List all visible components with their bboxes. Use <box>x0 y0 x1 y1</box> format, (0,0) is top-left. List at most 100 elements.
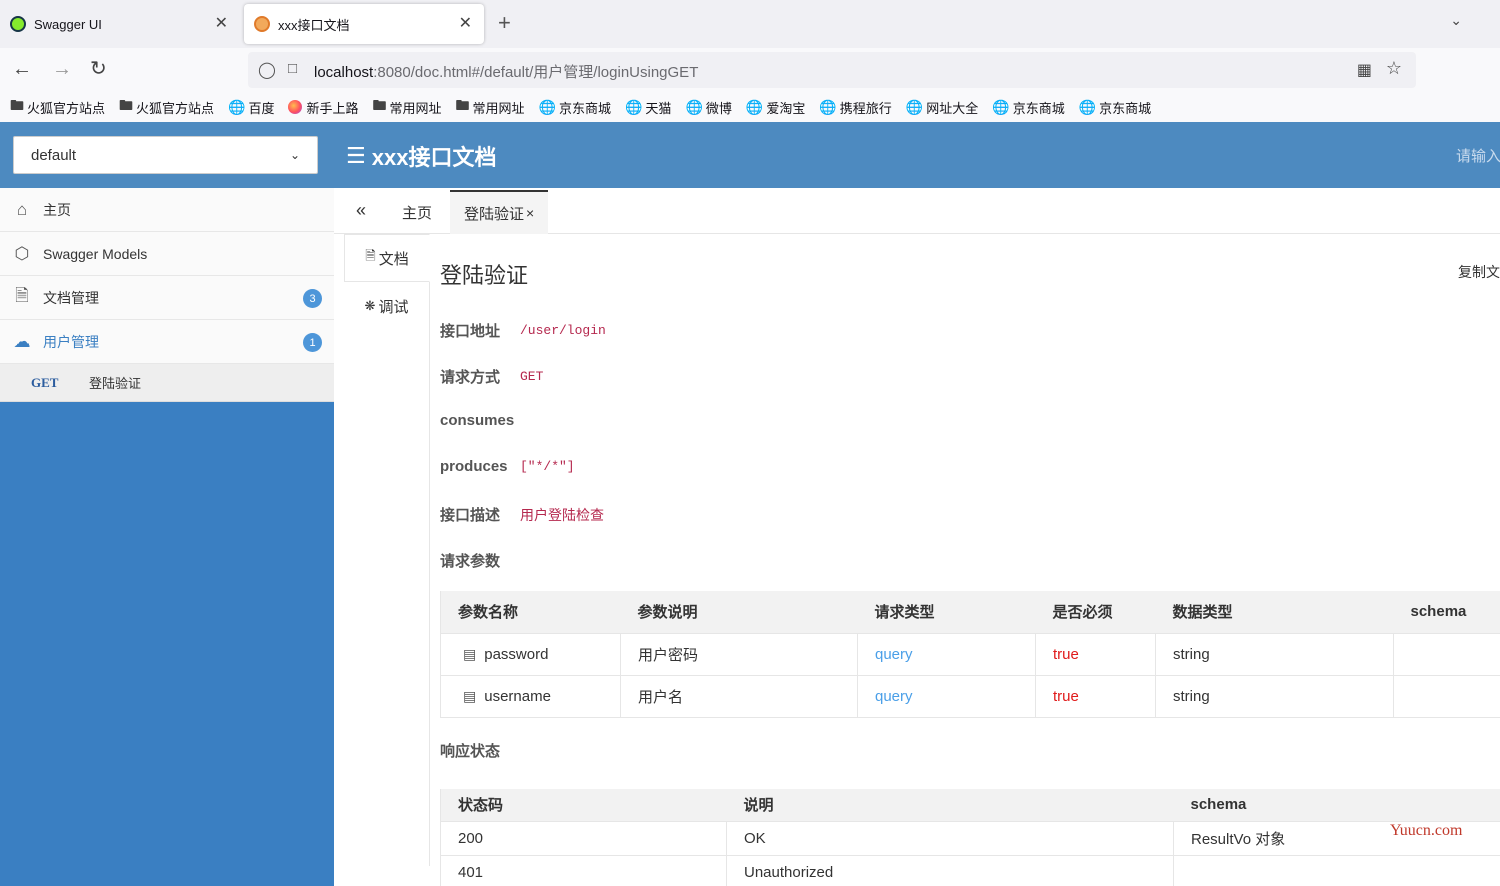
section-label: 响应状态 <box>440 743 501 760</box>
close-tab-icon[interactable]: × <box>526 205 534 221</box>
doc-vertical-tabs: 🗎 文档 ❋ 调试 <box>344 234 430 866</box>
bookmarks-bar: 🖿 火狐官方站点 🖿 火狐官方站点 🌐 百度 新手上路 🖿 常用网址 🖿 常用网址 🌐 京东… <box>0 92 1500 122</box>
bookmark-link[interactable]: 🌐 京东商城 <box>539 98 611 117</box>
cell-text: password <box>484 645 549 663</box>
bookmark-folder[interactable]: 🖿 火狐官方站点 <box>119 95 214 119</box>
bookmark-folder[interactable]: 🖿 常用网址 <box>456 95 525 119</box>
swagger-favicon-icon <box>10 16 26 32</box>
tab-label: 登陆验证 <box>464 205 525 223</box>
sidebar-item-user-manage[interactable]: ☁ 用户管理 1 <box>0 320 334 364</box>
bookmark-label: 网址大全 <box>926 100 979 116</box>
sidebar-item-label: 用户管理 <box>43 333 99 350</box>
bookmark-label: 百度 <box>248 100 275 116</box>
desc-row: 接口描述 用户登陆检查 <box>440 504 604 525</box>
table-row: ▤ password 用户密码 query true string <box>440 633 1500 676</box>
star-icon[interactable]: ☆ <box>1386 58 1402 79</box>
page-icon: □ <box>288 60 298 77</box>
tab-login[interactable]: 登陆验证 × <box>450 190 549 234</box>
folder-icon: 🖿 <box>10 97 24 113</box>
firefox-icon <box>288 100 303 114</box>
chevron-down-icon[interactable]: ⌄ <box>1450 12 1462 29</box>
sidebar-item-doc-manage[interactable]: 🗎 文档管理 3 <box>0 276 334 320</box>
bookmark-link[interactable]: 🌐 网址大全 <box>906 98 978 117</box>
field-label: produces <box>440 458 508 475</box>
params-table: 参数名称 参数说明 请求类型 是否必须 数据类型 schema ▤ passwor… <box>440 591 1500 718</box>
address-value: /user/login <box>520 323 606 338</box>
document-icon: 🗎 <box>15 286 29 305</box>
bookmark-label: 天猫 <box>645 100 672 116</box>
close-tab-icon[interactable]: ✕ <box>215 15 228 33</box>
bookmark-link[interactable]: 🌐 爱淘宝 <box>746 98 805 117</box>
bookmark-link[interactable]: 🌐 携程旅行 <box>819 98 891 117</box>
collapse-sidebar-icon[interactable]: « <box>356 200 366 221</box>
bookmark-folder[interactable]: 🖿 火狐官方站点 <box>10 95 105 119</box>
table-cell <box>1393 675 1500 718</box>
folder-icon: 🖿 <box>372 97 387 113</box>
menu-icon[interactable]: ☰ <box>346 143 366 169</box>
main-tab-bar: « 主页 登陆验证 × <box>334 188 1500 234</box>
bookmark-folder[interactable]: 🖿 常用网址 <box>373 95 442 119</box>
produces-value: ["*/*"] <box>520 459 575 474</box>
back-icon[interactable]: ← <box>12 58 32 80</box>
bookmark-link[interactable]: 🌐 京东商城 <box>1079 98 1151 117</box>
column-header: 状态码 <box>440 789 727 822</box>
params-heading: 请求参数 <box>440 550 520 571</box>
bookmark-label: 爱淘宝 <box>766 100 806 116</box>
browser-tab-title: xxx接口文档 <box>278 17 350 33</box>
globe-icon: 🌐 <box>1078 98 1097 115</box>
folder-icon: 🖿 <box>455 97 470 113</box>
response-table: 状态码 说明 schema 200 OK ResultVo 对象 401 Una… <box>440 789 1500 886</box>
desc-value: 用户登陆检查 <box>520 506 604 523</box>
app-title-text: xxx接口文档 <box>371 145 497 170</box>
globe-icon: 🌐 <box>685 98 703 115</box>
browser-tab-swagger[interactable]: Swagger UI ✕ <box>0 4 240 44</box>
qr-code-icon[interactable]: ▦ <box>1357 60 1372 80</box>
close-tab-icon[interactable]: ✕ <box>459 15 472 33</box>
docs-favicon-icon <box>254 16 270 32</box>
group-select[interactable]: default ⌄ <box>13 136 318 174</box>
new-tab-icon[interactable]: + <box>498 10 511 36</box>
url-text[interactable]: localhost:8080/doc.html#/default/用户管理/lo… <box>314 61 698 82</box>
tab-debug[interactable]: ❋ 调试 <box>344 282 429 330</box>
table-header-row: 状态码 说明 schema <box>440 789 1500 822</box>
shield-icon[interactable]: ◯ <box>258 60 276 80</box>
cube-icon: ⬡ <box>14 243 30 263</box>
copy-doc-button[interactable]: 复制文 <box>1458 262 1500 282</box>
table-cell: OK <box>726 821 1174 856</box>
browser-tab-docs[interactable]: xxx接口文档 ✕ <box>244 4 484 44</box>
cloud-icon: ☁ <box>13 331 31 351</box>
bug-icon: ❋ <box>364 298 376 313</box>
table-row: 200 OK ResultVo 对象 <box>440 821 1500 856</box>
tab-home[interactable]: 主页 <box>388 190 446 234</box>
method-row: 请求方式 GET <box>440 366 543 387</box>
list-icon: ▤ <box>463 687 477 704</box>
bookmark-link[interactable]: 🌐 百度 <box>228 98 274 117</box>
bookmark-label: 新手上路 <box>306 100 359 116</box>
sidebar-item-swagger-models[interactable]: ⬡ Swagger Models <box>0 232 334 276</box>
list-icon: ▤ <box>463 645 477 662</box>
table-cell: query <box>857 633 1036 676</box>
sidebar-item-home[interactable]: ⌂ 主页 <box>0 188 334 232</box>
address-row: 接口地址 /user/login <box>440 320 606 341</box>
http-method-badge: GET <box>31 374 59 390</box>
table-cell <box>1393 633 1500 676</box>
bookmark-link[interactable]: 🌐 微博 <box>685 98 731 117</box>
field-label: 请求方式 <box>440 369 501 386</box>
reload-icon[interactable]: ↻ <box>90 58 107 80</box>
column-header: 说明 <box>726 789 1174 822</box>
table-cell: string <box>1155 675 1394 718</box>
table-header-row: 参数名称 参数说明 请求类型 是否必须 数据类型 schema <box>440 591 1500 634</box>
column-header: 参数名称 <box>440 591 621 634</box>
bookmark-link[interactable]: 🌐 京东商城 <box>992 98 1064 117</box>
section-label: 请求参数 <box>440 553 501 570</box>
tab-doc[interactable]: 🗎 文档 <box>344 234 430 282</box>
table-row: 401 Unauthorized <box>440 855 1500 886</box>
sidebar-subitem-login[interactable]: GET 登陆验证 <box>0 364 334 402</box>
forward-icon[interactable]: → <box>52 58 72 80</box>
search-input[interactable] <box>1446 142 1500 170</box>
bookmark-link[interactable]: 🌐 天猫 <box>625 98 671 117</box>
globe-icon: 🌐 <box>819 98 837 115</box>
consumes-row: consumes <box>440 412 520 429</box>
bookmark-link[interactable]: 新手上路 <box>288 98 359 117</box>
address-bar[interactable]: ◯ □ localhost:8080/doc.html#/default/用户管… <box>248 52 1416 88</box>
